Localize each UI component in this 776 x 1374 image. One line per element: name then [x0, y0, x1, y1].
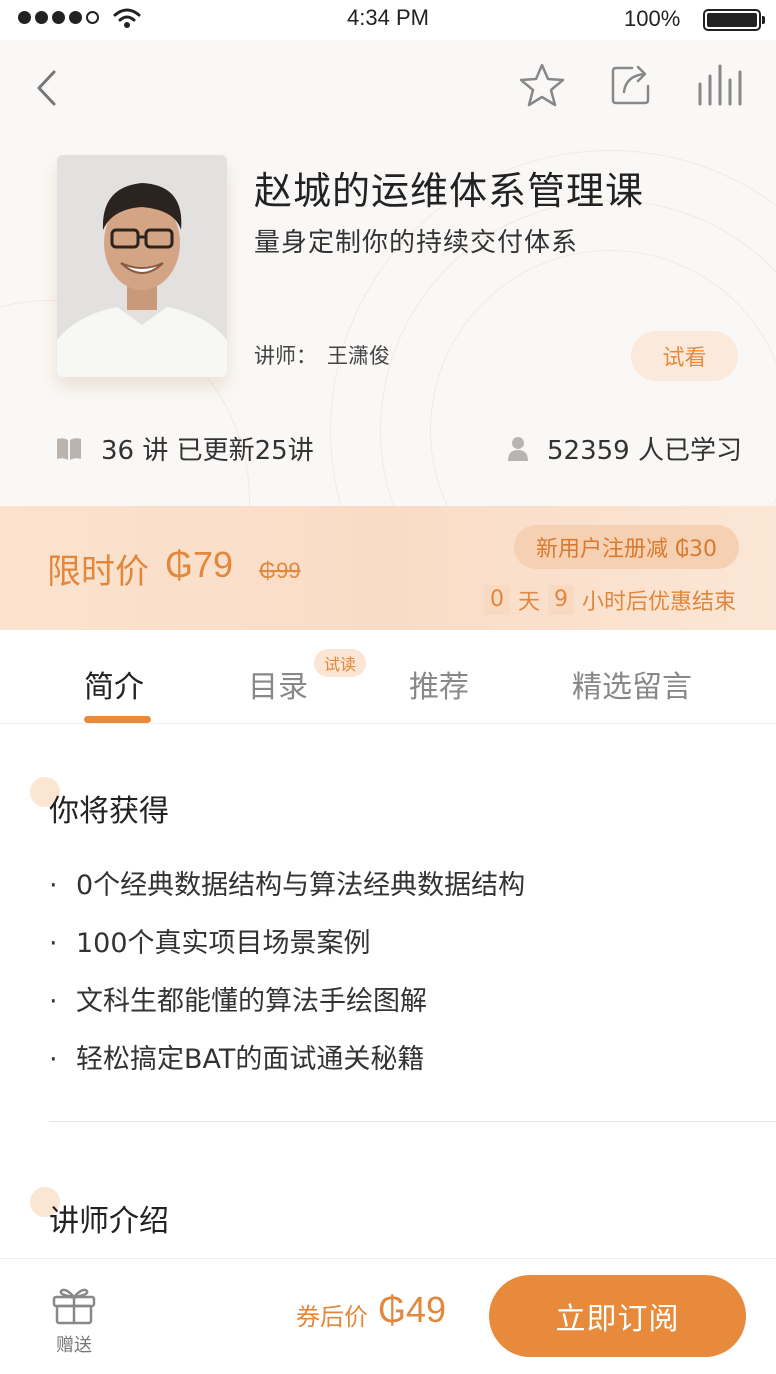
- lecturer-name: 王潇俊: [327, 344, 390, 368]
- subscribe-button[interactable]: 立即订阅: [489, 1275, 746, 1357]
- trial-button[interactable]: 试看: [631, 331, 738, 381]
- bottom-bar: 赠送 券后价 ₲49 立即订阅: [0, 1258, 776, 1374]
- learner-count: 52359 人已学习: [507, 430, 742, 467]
- after-coupon-price: ₲49: [378, 1289, 447, 1330]
- price-label: 限时价: [47, 552, 149, 592]
- new-user-promo-badge[interactable]: 新用户注册减 ₲30: [514, 525, 739, 569]
- battery-percent: 100%: [624, 6, 681, 31]
- tab-bar: 简介 目录 试读 推荐 精选留言: [0, 630, 776, 724]
- lecturer-label: 讲师：: [254, 344, 317, 368]
- section-divider: [49, 1121, 776, 1122]
- tab-recommend[interactable]: 推荐: [409, 662, 469, 706]
- current-price: ₲79: [165, 544, 234, 585]
- gift-label: 赠送: [56, 1335, 92, 1356]
- user-icon: [508, 436, 529, 461]
- lesson-count-text: 36 讲 已更新25讲: [101, 436, 314, 466]
- star-icon[interactable]: [518, 62, 566, 108]
- list-item: · 文科生都能懂的算法手绘图解: [49, 986, 427, 1017]
- lecturer-photo: [57, 155, 227, 377]
- active-tab-indicator: [84, 716, 151, 723]
- list-item: · 0个经典数据结构与算法经典数据结构: [49, 870, 526, 901]
- tab-catalog[interactable]: 目录: [248, 662, 308, 706]
- after-coupon-label: 券后价: [296, 1303, 368, 1331]
- list-item: · 轻松搞定BAT的面试通关秘籍: [49, 1044, 425, 1075]
- course-title: 赵城的运维体系管理课: [254, 169, 645, 213]
- course-hero: 赵城的运维体系管理课 量身定制你的持续交付体系 讲师： 王潇俊 试看 36 讲 已…: [0, 40, 776, 506]
- gain-list: · 0个经典数据结构与算法经典数据结构 · 100个真实项目场景案例 · 文科生都能懂…: [49, 862, 525, 1094]
- status-bar: 4:34 PM 100%: [0, 0, 776, 40]
- gain-section-title: 你将获得: [49, 794, 169, 829]
- bar-chart-icon[interactable]: [694, 62, 744, 108]
- back-button[interactable]: [30, 68, 66, 108]
- gift-button[interactable]: 赠送: [48, 1285, 100, 1357]
- countdown: 0 天 9 小时后优惠结束: [483, 584, 736, 616]
- price-band: 限时价 ₲79 ₲99 新用户注册减 ₲30 0 天 9 小时后优惠结束: [0, 506, 776, 630]
- trial-read-badge: 试读: [314, 649, 367, 677]
- battery-icon: [703, 9, 765, 31]
- gift-icon: [52, 1288, 96, 1325]
- course-subtitle: 量身定制你的持续交付体系: [254, 228, 579, 258]
- tab-comments[interactable]: 精选留言: [572, 662, 692, 706]
- tab-intro[interactable]: 简介: [84, 662, 144, 706]
- countdown-suffix: 小时后优惠结束: [581, 590, 736, 615]
- list-item: · 100个真实项目场景案例: [49, 928, 371, 959]
- countdown-hours: 9: [547, 585, 574, 615]
- book-icon: [57, 437, 81, 460]
- countdown-days-unit: 天: [517, 590, 540, 615]
- lesson-count: 36 讲 已更新25讲: [55, 430, 314, 467]
- countdown-days: 0: [483, 585, 510, 615]
- learner-count-text: 52359 人已学习: [547, 436, 742, 466]
- original-price: ₲99: [259, 558, 301, 583]
- share-icon[interactable]: [608, 62, 654, 108]
- lecturer-intro-title: 讲师介绍: [49, 1204, 169, 1239]
- lecturer-info: 讲师： 王潇俊: [254, 340, 390, 370]
